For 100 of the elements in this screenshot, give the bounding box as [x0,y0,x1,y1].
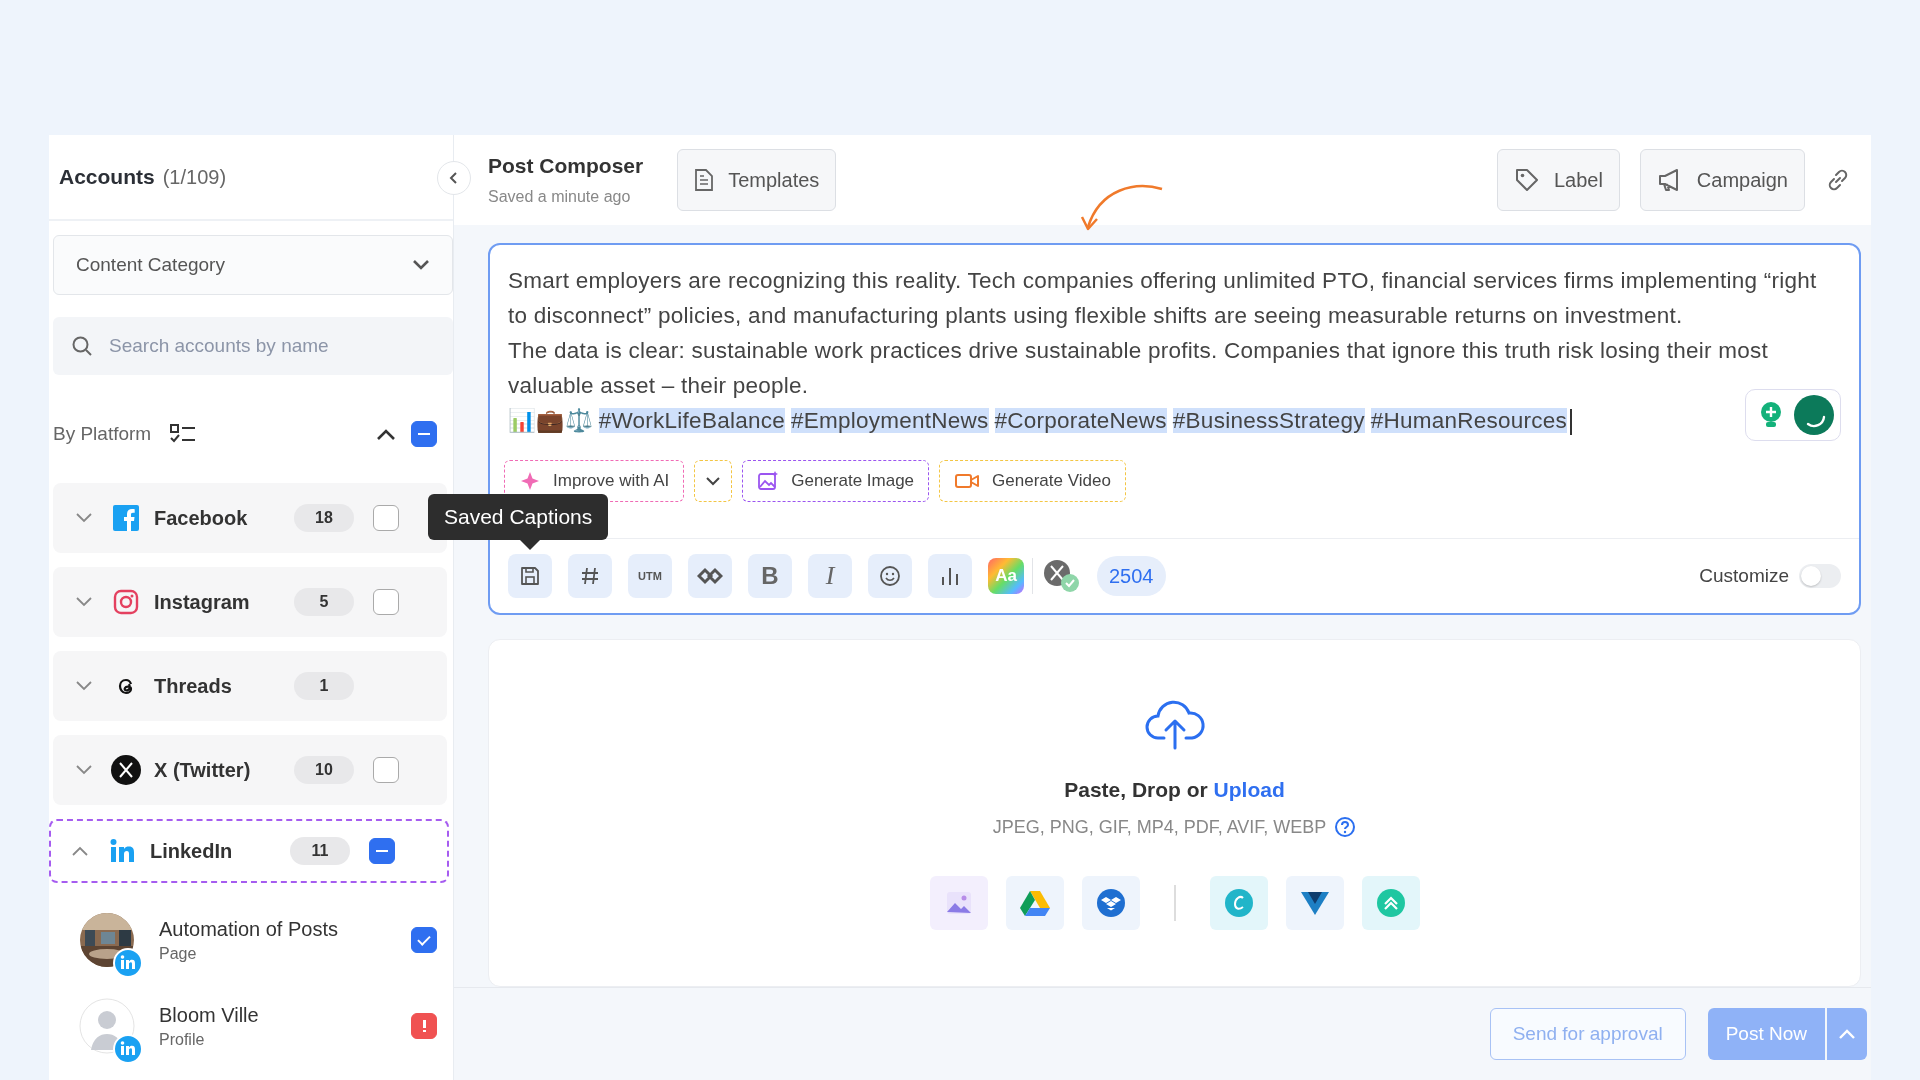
count-badge: 10 [294,756,354,784]
hashtag: #WorkLifeBalance [598,408,785,433]
count-badge: 18 [294,504,354,532]
tooltip-pointer [520,540,540,550]
document-icon [694,168,715,192]
templates-button[interactable]: Templates [677,149,837,211]
search-field[interactable]: Search accounts by name [53,317,453,375]
hashtag: #HumanResources [1370,408,1568,433]
tooltip: Saved Captions [428,494,609,540]
emoji-text: 📊💼⚖ [508,408,593,433]
caret-icon [705,476,722,486]
platform-name: Facebook [154,506,249,530]
checkbox[interactable] [373,505,399,531]
drive-button[interactable] [1005,876,1064,930]
video-icon [954,471,981,491]
divider [1173,885,1176,921]
emoji-button[interactable] [868,554,912,598]
dropbox-button[interactable] [1081,876,1140,930]
checkbox[interactable] [373,757,399,783]
linkedin-icon [109,838,135,864]
hashtag: #EmploymentNews [790,408,989,433]
triangle-logo-icon [1299,890,1330,916]
assistant-widget[interactable] [1745,389,1841,441]
campaign-button[interactable]: Campaign [1639,149,1805,211]
x-verified-icon [1041,558,1081,594]
account-type: Page [159,944,198,963]
checkbox[interactable] [373,589,399,615]
account-count: (1/109) [162,165,227,189]
gallery-button[interactable] [929,876,988,930]
platform-name: LinkedIn [150,839,234,863]
image-icon [944,890,973,916]
platform-row[interactable]: X (Twitter) 10 [53,735,447,805]
canva-icon [1223,888,1254,918]
generate-image-button[interactable]: Generate Image [742,460,930,502]
bar-chart-icon [940,565,960,587]
platform-row[interactable]: Threads 1 [53,651,447,721]
checkbox[interactable] [411,421,437,447]
checklist-icon[interactable] [169,423,198,445]
image-icon [757,470,780,492]
italic-button[interactable]: I [808,554,852,598]
platform-name: Threads [154,674,233,698]
count-badge: 5 [294,588,354,616]
smiley-icon [879,565,901,587]
hashtag-icon [580,566,600,586]
platform-name: X (Twitter) [154,758,252,782]
vista-button[interactable] [1285,876,1344,930]
account-type: Profile [159,1030,206,1049]
facebook-icon [113,505,139,531]
generate-video-button[interactable]: Generate Video [939,460,1126,502]
platform-name: Instagram [154,590,251,614]
sparkle-icon [519,470,541,492]
chevron-down-icon [412,259,430,271]
help-icon[interactable] [1334,816,1357,838]
utm-button[interactable]: UTM [628,554,672,598]
upload-prompt: Paste, Drop or [1064,778,1209,801]
category-dropdown[interactable]: Content Category [53,235,453,295]
platform-row[interactable]: Instagram 5 [53,567,447,637]
linkedin-icon [113,948,143,978]
instagram-icon [113,589,139,615]
caret-up-icon [1838,1028,1856,1040]
caret-button[interactable] [694,460,733,502]
format-list: JPEG, PNG, GIF, MP4, PDF, AVIF, WEBP [992,816,1327,838]
toggle-switch[interactable] [1799,564,1841,588]
search-icon [71,335,93,357]
customize-label: Customize [1699,565,1789,587]
count-badge: 1 [294,672,354,700]
hashtag: #CorporateNews [994,408,1167,433]
post-text: Smart employers are recognizing this reality. Tech companies offering unlimited PTO, financial services firms implementing “right to disconnect” policies, and manufacturing plants using flexible shifts are seeing measurable returns on investment. [508,267,1818,330]
count-badge: 11 [290,837,350,865]
shorten-link-button[interactable] [688,554,732,598]
dropbox-icon [1095,888,1126,918]
account-name: Bloom Ville [159,1003,260,1027]
drive-icon [1019,890,1050,916]
hashtag: #BusinessStrategy [1172,408,1365,433]
poll-button[interactable] [928,554,972,598]
chevrons-up-icon [1375,888,1406,918]
panel-title: Accounts [59,165,155,189]
tag-icon [1513,167,1540,193]
save-status: Saved a minute ago [488,188,632,206]
chevron-icon[interactable] [375,427,397,441]
save-icon [519,565,541,587]
linkedin-icon [113,1034,143,1064]
upload-link[interactable]: Upload [1213,778,1285,801]
hashtag-button[interactable] [568,554,612,598]
checkbox[interactable] [411,927,437,953]
label-button[interactable]: Label [1496,149,1620,211]
collapse-button[interactable] [437,161,471,195]
circle-logo-icon [1794,395,1834,435]
composer-title: Post Composer [488,154,644,178]
character-count: 2504 [1097,556,1166,596]
checkbox[interactable] [369,838,395,864]
filter-label: By Platform [53,423,153,445]
post-text: The data is clear: sustainable work practices drive sustainable profits. Companies that ignore this truth risk losing their most valuable asset – their people. [508,337,1770,400]
chain-icon [697,567,723,585]
platform-row[interactable]: LinkedIn 11 [49,819,449,883]
bold-button[interactable]: B [748,554,792,598]
bulb-icon [1758,400,1784,430]
cloud-upload-icon [1143,698,1206,750]
x-icon [111,755,141,785]
account-name: Automation of Posts [159,917,339,941]
